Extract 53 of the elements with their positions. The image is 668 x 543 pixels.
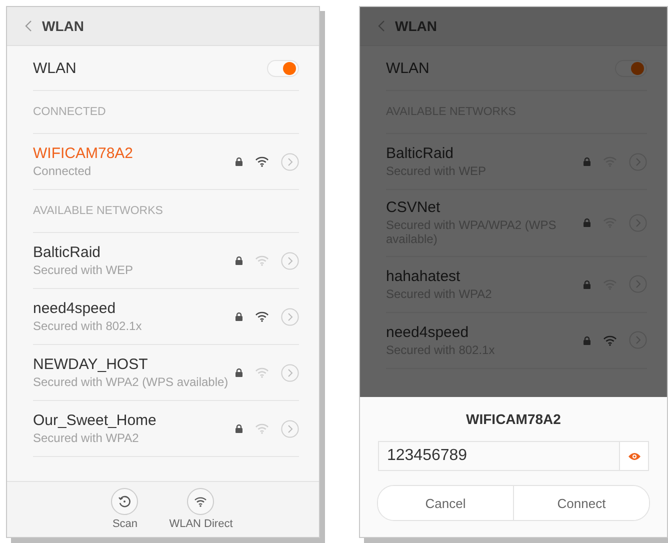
details-chevron-icon[interactable] — [629, 331, 647, 350]
network-name: need4speed — [33, 300, 117, 317]
network-name: WIFICAM78A2 — [33, 144, 134, 162]
connect-button[interactable]: Connect — [513, 486, 649, 520]
network-item[interactable]: WIFICAM78A2 Connected — [33, 134, 299, 190]
details-chevron-icon[interactable] — [280, 252, 299, 270]
wlan-label: WLAN — [33, 60, 76, 76]
network-status: Secured with 802.1x — [33, 318, 143, 334]
network-name: BalticRaid — [33, 244, 102, 261]
details-chevron-icon[interactable] — [629, 275, 647, 294]
wifi-signal-icon — [254, 311, 269, 322]
refresh-icon — [111, 488, 138, 515]
network-name: NEWDAY_HOST — [33, 356, 149, 373]
direct-button[interactable]: WLAN Direct — [166, 488, 236, 537]
network-name: Our_Sweet_Home — [33, 412, 158, 429]
wifi-signal-icon — [254, 367, 269, 378]
network-item[interactable]: Our_Sweet_Home Secured with WPA2 — [33, 401, 299, 457]
details-chevron-icon[interactable] — [280, 152, 299, 170]
details-chevron-icon[interactable] — [629, 214, 647, 232]
network-name: need4speed — [386, 324, 470, 341]
dialog-title: WIFICAM78A2 — [466, 411, 561, 427]
wifi-signal-icon — [254, 255, 269, 266]
network-name: CSVNet — [386, 199, 442, 216]
details-chevron-icon[interactable] — [280, 364, 299, 382]
details-chevron-icon[interactable] — [629, 152, 647, 170]
details-chevron-icon[interactable] — [280, 308, 299, 326]
section-header: CONNECTED — [33, 106, 106, 118]
wifi-signal-icon — [254, 156, 269, 167]
network-status: Secured with WEP — [33, 262, 134, 278]
details-chevron-icon[interactable] — [280, 420, 299, 438]
network-status: Secured with WPA2 (WPS available) — [33, 374, 229, 390]
password-field[interactable]: 123456789 — [378, 441, 619, 471]
network-status: Connected — [33, 164, 92, 178]
wifi-signal-icon — [603, 334, 617, 346]
network-item[interactable]: need4speed Secured with 802.1x — [33, 289, 299, 345]
network-item[interactable]: NEWDAY_HOST Secured with WPA2 (WPS available) — [33, 345, 299, 401]
eye-icon — [628, 452, 640, 460]
network-item[interactable]: BalticRaid Secured with WEP — [33, 233, 299, 289]
wifi-icon — [187, 488, 214, 515]
back-icon[interactable] — [25, 20, 32, 32]
scan-button[interactable]: Scan — [90, 488, 160, 537]
wifi-signal-icon — [254, 423, 269, 434]
section-header: AVAILABLE NETWORKS — [33, 205, 163, 217]
show-password-button[interactable] — [619, 441, 649, 471]
network-name: hahahatest — [386, 268, 462, 285]
network-status: Secured with WPA2 — [33, 430, 140, 446]
page-title: WLAN — [394, 18, 437, 34]
page-title: WLAN — [42, 18, 84, 34]
network-name: BalticRaid — [386, 144, 455, 162]
wlan-label: WLAN — [386, 60, 430, 76]
wlan-toggle[interactable] — [615, 60, 647, 76]
back-icon[interactable] — [378, 20, 385, 32]
wlan-toggle[interactable] — [266, 60, 299, 76]
